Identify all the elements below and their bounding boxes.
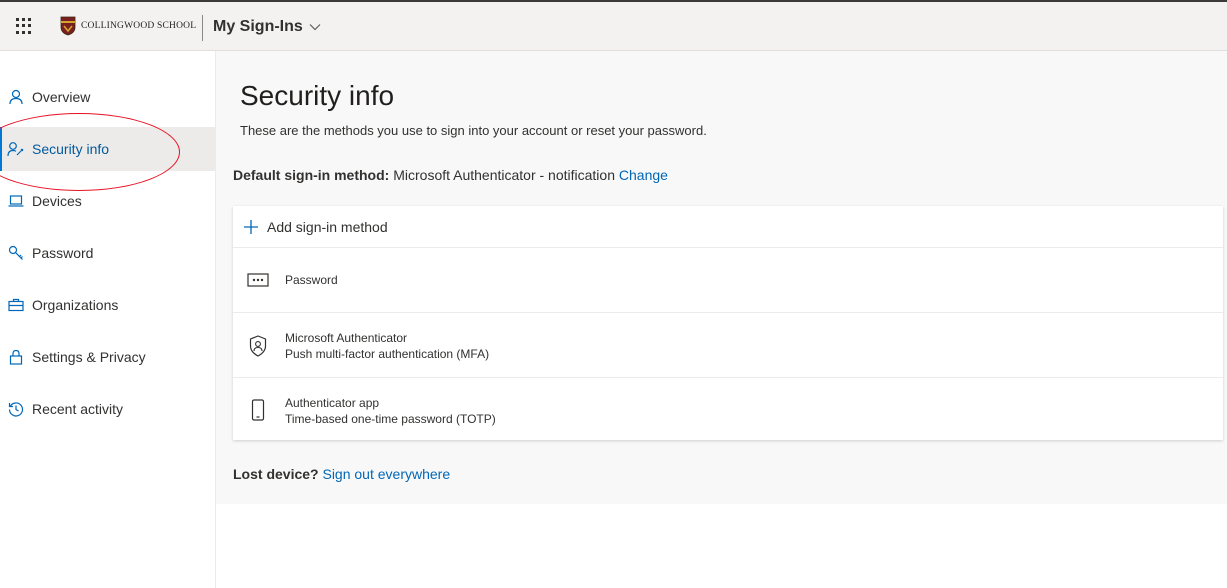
methods-card: Add sign-in method Password Microsoft Au… <box>233 206 1223 440</box>
method-row-password[interactable]: Password <box>233 247 1223 312</box>
sidebar-item-label: Overview <box>32 89 91 105</box>
sidebar-item-security-info[interactable]: Security info <box>0 127 215 171</box>
sidebar-item-label: Devices <box>32 193 82 209</box>
sidebar-item-settings-privacy[interactable]: Settings & Privacy <box>0 335 215 379</box>
method-title: Microsoft Authenticator <box>285 331 408 345</box>
method-title: Authenticator app <box>285 396 380 410</box>
lost-device: Lost device? Sign out everywhere <box>233 466 450 482</box>
default-method-value: Microsoft Authenticator - notification <box>393 167 615 183</box>
laptop-icon <box>7 192 25 210</box>
sidebar-item-organizations[interactable]: Organizations <box>0 283 215 327</box>
sidebar-item-label: Security info <box>32 141 110 157</box>
sidebar-item-recent-activity[interactable]: Recent activity <box>0 387 215 431</box>
page-subtitle: These are the methods you use to sign in… <box>240 123 707 138</box>
password-dots-icon <box>247 268 269 292</box>
person-key-icon <box>7 140 25 158</box>
sidebar: Overview Security info Devices Password … <box>0 51 216 588</box>
default-method-label: Default sign-in method: <box>233 167 390 183</box>
top-bar: COLLINGWOOD SCHOOL My Sign-Ins <box>0 0 1227 51</box>
method-subtitle: Push multi-factor authentication (MFA) <box>285 347 490 361</box>
person-icon <box>7 88 25 106</box>
method-title: Password <box>285 273 338 287</box>
sidebar-item-overview[interactable]: Overview <box>0 75 215 119</box>
sidebar-item-label: Settings & Privacy <box>32 349 146 365</box>
sign-out-everywhere-link[interactable]: Sign out everywhere <box>322 466 450 482</box>
method-text: Microsoft Authenticator Push multi-facto… <box>285 330 489 362</box>
key-icon <box>7 244 25 262</box>
lost-device-label: Lost device? <box>233 466 319 482</box>
add-method-label: Add sign-in method <box>267 218 388 235</box>
sidebar-item-label: Recent activity <box>32 401 124 417</box>
sidebar-item-label: Organizations <box>32 297 119 313</box>
chevron-down-icon <box>309 24 321 31</box>
crest-icon <box>60 16 76 36</box>
app-switcher[interactable]: My Sign-Ins <box>213 18 321 36</box>
change-default-link[interactable]: Change <box>619 167 668 183</box>
school-logo[interactable]: COLLINGWOOD SCHOOL <box>60 14 196 38</box>
authenticator-icon <box>247 334 269 358</box>
history-icon <box>7 400 25 418</box>
briefcase-icon <box>7 296 25 314</box>
add-sign-in-method-button[interactable]: Add sign-in method <box>233 206 1223 247</box>
plus-icon <box>244 219 258 234</box>
method-text: Authenticator app Time-based one-time pa… <box>285 395 496 427</box>
lock-icon <box>7 348 25 366</box>
sidebar-item-label: Password <box>32 245 94 261</box>
phone-icon <box>247 398 269 422</box>
default-sign-in-method: Default sign-in method: Microsoft Authen… <box>233 167 668 183</box>
sidebar-item-password[interactable]: Password <box>0 231 215 275</box>
app-launcher-icon[interactable] <box>16 18 32 34</box>
method-subtitle: Time-based one-time password (TOTP) <box>285 412 496 426</box>
method-row-microsoft-authenticator[interactable]: Microsoft Authenticator Push multi-facto… <box>233 312 1223 377</box>
topbar-divider <box>202 15 203 41</box>
method-row-authenticator-app[interactable]: Authenticator app Time-based one-time pa… <box>233 377 1223 440</box>
logo-text: COLLINGWOOD SCHOOL <box>81 21 197 31</box>
app-title: My Sign-Ins <box>213 18 303 35</box>
page-title: Security info <box>240 80 395 111</box>
sidebar-item-devices[interactable]: Devices <box>0 179 215 223</box>
main-content: Security info These are the methods you … <box>216 51 1227 504</box>
